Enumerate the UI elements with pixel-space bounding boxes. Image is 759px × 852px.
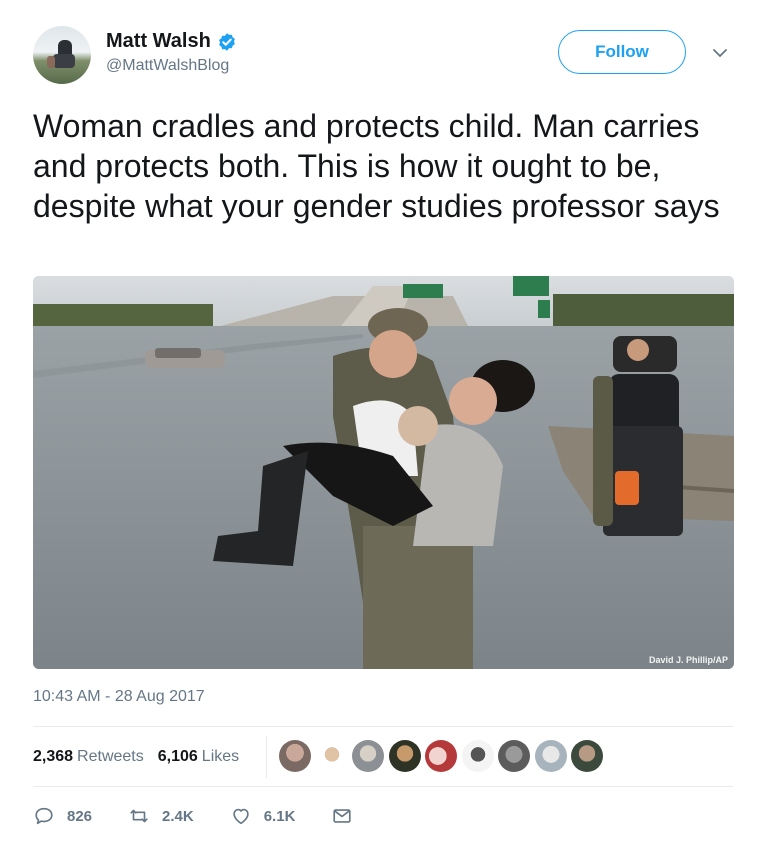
avatar-figure-body: [53, 54, 75, 68]
author-handle[interactable]: @MattWalshBlog: [106, 57, 229, 75]
message-action[interactable]: [331, 805, 365, 827]
photo-credit: David J. Phillip/AP: [648, 655, 728, 665]
liker-avatar[interactable]: [571, 740, 603, 772]
tweet-actions: 826 2.4K 6.1K: [33, 804, 401, 828]
tweet-text: Woman cradles and protects child. Man ca…: [33, 108, 720, 224]
chevron-down-icon[interactable]: [711, 46, 729, 60]
like-action[interactable]: 6.1K: [230, 805, 296, 827]
reply-action[interactable]: 826: [33, 805, 92, 827]
stats-separator: [266, 736, 267, 778]
tweet-stats: 2,368 Retweets 6,106 Likes: [33, 742, 253, 772]
retweet-icon: [130, 809, 148, 823]
liker-avatar[interactable]: [315, 740, 348, 772]
tweet-header: Matt Walsh @MattWalshBlog Follow: [33, 26, 733, 86]
envelope-icon: [333, 809, 352, 823]
flood-rescue-photo: [33, 276, 734, 669]
liker-avatar[interactable]: [498, 740, 530, 772]
author-avatar[interactable]: [33, 26, 91, 84]
follow-button[interactable]: Follow: [558, 30, 686, 74]
liker-avatar[interactable]: [461, 740, 494, 772]
tweet-timestamp[interactable]: 10:43 AM - 28 Aug 2017: [33, 688, 205, 706]
liker-avatar[interactable]: [388, 740, 421, 772]
liker-avatar[interactable]: [279, 740, 311, 772]
likes-count[interactable]: 6,106: [158, 748, 198, 766]
retweet-count: 2.4K: [162, 807, 194, 825]
heart-icon: [233, 808, 249, 825]
avatar-child-figure: [47, 56, 55, 68]
author-name[interactable]: Matt Walsh: [106, 30, 211, 53]
liker-avatars: [279, 740, 608, 772]
reply-count: 826: [67, 807, 93, 825]
divider-bottom: [33, 786, 733, 787]
liker-avatar[interactable]: [425, 740, 457, 772]
liker-avatar[interactable]: [352, 740, 384, 772]
reply-icon: [35, 807, 53, 825]
retweet-action[interactable]: 2.4K: [128, 805, 194, 827]
likes-label[interactable]: Likes: [202, 748, 239, 766]
retweets-label[interactable]: Retweets: [77, 748, 144, 766]
liker-avatar[interactable]: [534, 740, 567, 772]
verified-badge-icon: [218, 32, 235, 51]
tweet-photo[interactable]: David J. Phillip/AP: [33, 276, 734, 669]
author-name-row: Matt Walsh: [106, 30, 237, 53]
retweets-count[interactable]: 2,368: [33, 748, 73, 766]
like-count: 6.1K: [263, 807, 296, 825]
divider-top: [33, 726, 733, 727]
